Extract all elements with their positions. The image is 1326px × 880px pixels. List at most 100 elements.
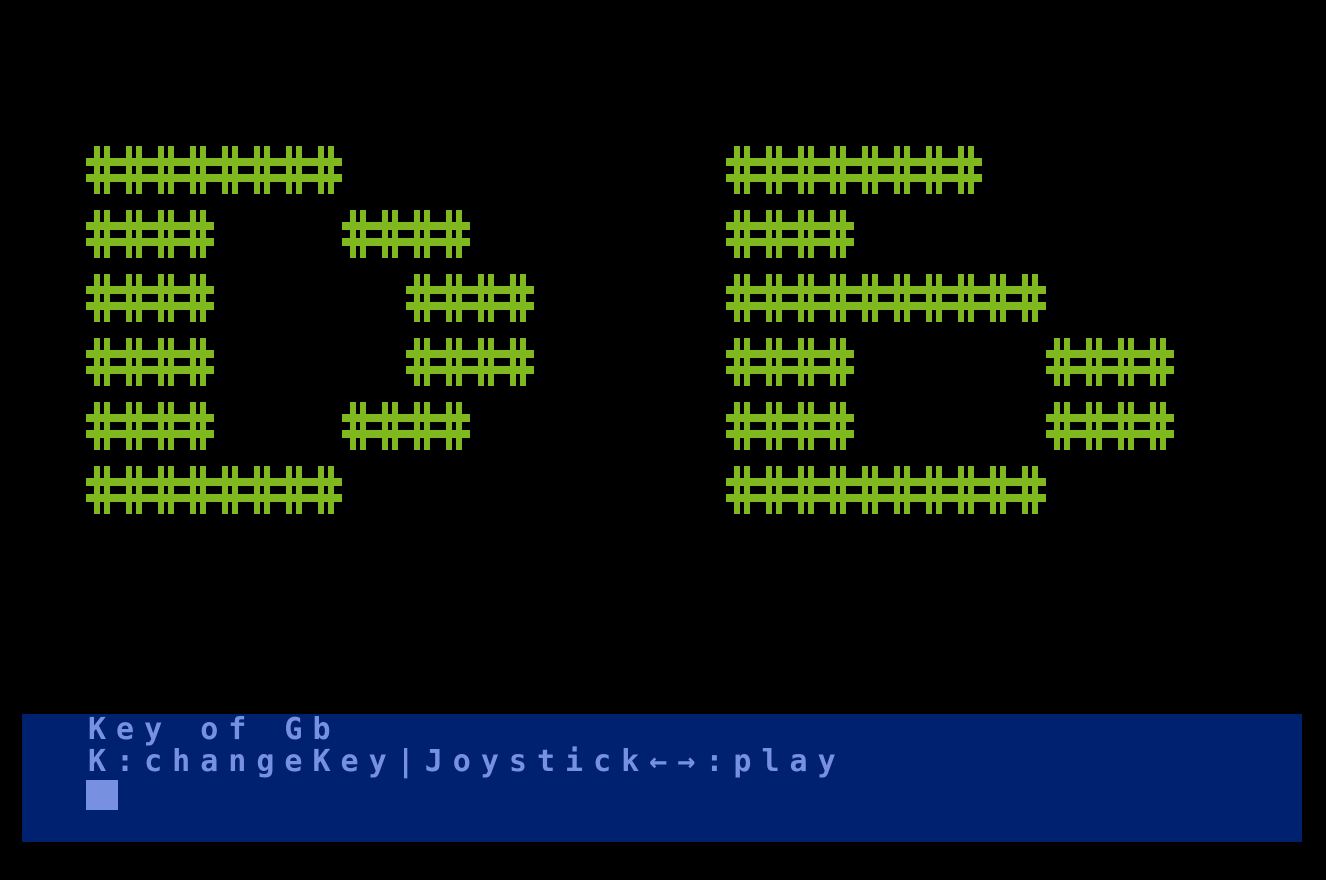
hash-block-icon: [118, 402, 150, 450]
hash-block-icon: [246, 466, 278, 514]
hash-block-icon: [118, 466, 150, 514]
hash-block-icon: [758, 146, 790, 194]
hash-block-icon: [406, 274, 438, 322]
hash-block-icon: [406, 338, 438, 386]
hash-block-icon: [278, 466, 310, 514]
hash-block-icon: [182, 466, 214, 514]
hash-block-icon: [150, 210, 182, 258]
hash-block-icon: [182, 338, 214, 386]
hash-block-icon: [950, 146, 982, 194]
hash-block-icon: [886, 274, 918, 322]
hash-block-icon: [406, 210, 438, 258]
hash-block-icon: [1046, 338, 1078, 386]
hash-block-icon: [86, 338, 118, 386]
hash-block-icon: [86, 402, 118, 450]
hash-block-icon: [726, 146, 758, 194]
hash-block-icon: [438, 274, 470, 322]
hash-block-icon: [406, 402, 438, 450]
hash-block-icon: [1014, 466, 1046, 514]
playfield: [0, 0, 1326, 700]
hash-block-icon: [726, 274, 758, 322]
hash-block-icon: [854, 146, 886, 194]
hash-block-icon: [822, 210, 854, 258]
hash-block-icon: [1014, 274, 1046, 322]
hash-block-icon: [918, 146, 950, 194]
hash-block-icon: [1142, 338, 1174, 386]
hash-block-icon: [150, 402, 182, 450]
hash-block-icon: [1078, 402, 1110, 450]
hash-block-icon: [758, 274, 790, 322]
hash-block-icon: [726, 466, 758, 514]
hash-block-icon: [342, 402, 374, 450]
text-cursor[interactable]: [86, 780, 118, 810]
hash-block-icon: [182, 274, 214, 322]
hash-block-icon: [118, 274, 150, 322]
hash-block-icon: [1110, 338, 1142, 386]
hash-block-icon: [1046, 402, 1078, 450]
hash-block-icon: [790, 210, 822, 258]
hash-block-icon: [214, 466, 246, 514]
hash-block-icon: [790, 338, 822, 386]
hash-block-icon: [1142, 402, 1174, 450]
hash-block-icon: [854, 274, 886, 322]
hash-block-icon: [502, 274, 534, 322]
hash-block-icon: [726, 338, 758, 386]
hash-block-icon: [150, 466, 182, 514]
hash-block-icon: [182, 402, 214, 450]
hash-block-icon: [822, 466, 854, 514]
hash-block-icon: [470, 274, 502, 322]
hash-block-icon: [918, 466, 950, 514]
hash-block-icon: [758, 466, 790, 514]
hash-block-icon: [374, 402, 406, 450]
hash-block-icon: [950, 274, 982, 322]
hash-block-icon: [438, 338, 470, 386]
hash-block-icon: [438, 402, 470, 450]
hash-block-icon: [1110, 402, 1142, 450]
hash-block-icon: [470, 338, 502, 386]
hash-block-icon: [118, 338, 150, 386]
hash-block-icon: [86, 210, 118, 258]
key-status-label: Key of Gb: [88, 712, 341, 747]
hash-block-icon: [86, 274, 118, 322]
hash-block-icon: [150, 338, 182, 386]
hash-block-icon: [790, 466, 822, 514]
hash-block-icon: [342, 210, 374, 258]
hash-block-icon: [278, 146, 310, 194]
hash-block-icon: [790, 402, 822, 450]
hash-block-icon: [950, 466, 982, 514]
hash-block-icon: [982, 274, 1014, 322]
hash-block-icon: [246, 146, 278, 194]
hash-block-icon: [86, 146, 118, 194]
hash-block-icon: [726, 210, 758, 258]
hash-block-icon: [758, 402, 790, 450]
hash-block-icon: [118, 146, 150, 194]
hash-block-icon: [822, 402, 854, 450]
hash-block-icon: [982, 466, 1014, 514]
hash-block-icon: [886, 466, 918, 514]
hash-block-icon: [758, 338, 790, 386]
hash-block-icon: [182, 210, 214, 258]
hash-block-icon: [310, 146, 342, 194]
hash-block-icon: [822, 274, 854, 322]
hash-block-icon: [726, 402, 758, 450]
hash-block-icon: [150, 274, 182, 322]
controls-help-text: K:changeKey|Joystick←→:play: [88, 744, 846, 779]
hash-block-icon: [918, 274, 950, 322]
hash-block-icon: [214, 146, 246, 194]
hash-block-icon: [310, 466, 342, 514]
hash-block-icon: [854, 466, 886, 514]
hash-block-icon: [1078, 338, 1110, 386]
hash-block-icon: [502, 338, 534, 386]
hash-block-icon: [182, 146, 214, 194]
hash-block-icon: [118, 210, 150, 258]
hash-block-icon: [150, 146, 182, 194]
hash-block-icon: [822, 338, 854, 386]
hash-block-icon: [86, 466, 118, 514]
hash-block-icon: [790, 146, 822, 194]
hash-block-icon: [374, 210, 406, 258]
hash-block-icon: [438, 210, 470, 258]
text-window: Key of Gb K:changeKey|Joystick←→:play: [22, 714, 1302, 842]
hash-block-icon: [822, 146, 854, 194]
hash-block-icon: [758, 210, 790, 258]
hash-block-icon: [790, 274, 822, 322]
